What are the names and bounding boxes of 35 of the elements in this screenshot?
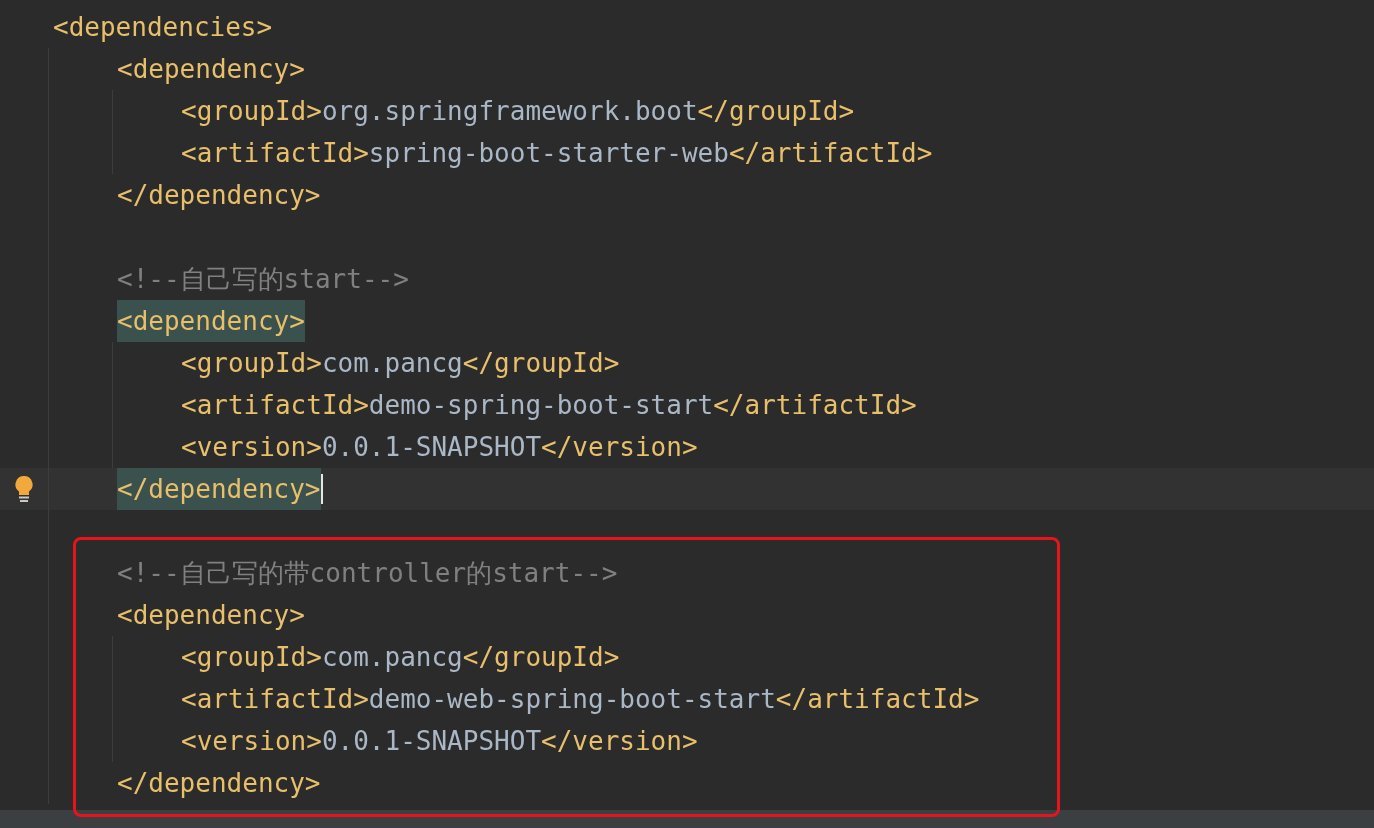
xml-tag: <groupId> [181,342,322,384]
xml-tag: <groupId> [181,90,322,132]
xml-tag: </artifactId> [728,132,933,174]
xml-value: com.pancg [321,348,463,378]
xml-tag: </artifactId> [775,678,980,720]
xml-tag: <dependency> [117,300,305,342]
xml-value: org.springframework.boot [321,96,698,126]
xml-tag: </groupId> [462,342,620,384]
xml-value: demo-spring-boot-start [368,390,714,420]
xml-tag: <dependency> [117,594,305,636]
xml-tag: <artifactId> [181,678,369,720]
xml-tag: <dependency> [117,48,305,90]
xml-tag: </version> [541,426,698,468]
xml-tag: </dependency> [117,762,321,804]
xml-value: 0.0.1-SNAPSHOT [321,726,542,756]
xml-tag: <version> [181,426,322,468]
xml-tag: </groupId> [462,636,620,678]
code-comment: <!--自己写的带controller的start--> [117,556,618,590]
xml-value: 0.0.1-SNAPSHOT [321,432,542,462]
xml-tag: </version> [541,720,698,762]
lightbulb-icon[interactable] [14,475,34,503]
xml-tag: <artifactId> [181,384,369,426]
xml-tag: <groupId> [181,636,322,678]
text-caret [320,474,323,504]
xml-tag: </artifactId> [713,384,917,426]
xml-tag: </dependency> [117,468,321,510]
xml-tag: </groupId> [697,90,855,132]
xml-tag: <dependencies> [53,6,273,48]
xml-tag: </dependency> [117,174,321,216]
xml-value: com.pancg [321,642,463,672]
xml-value: demo-web-spring-boot-start [368,684,776,714]
xml-tag: <artifactId> [181,132,369,174]
code-comment: <!--自己写的start--> [117,262,409,296]
xml-tag: <version> [181,720,322,762]
xml-value: spring-boot-starter-web [368,138,729,168]
